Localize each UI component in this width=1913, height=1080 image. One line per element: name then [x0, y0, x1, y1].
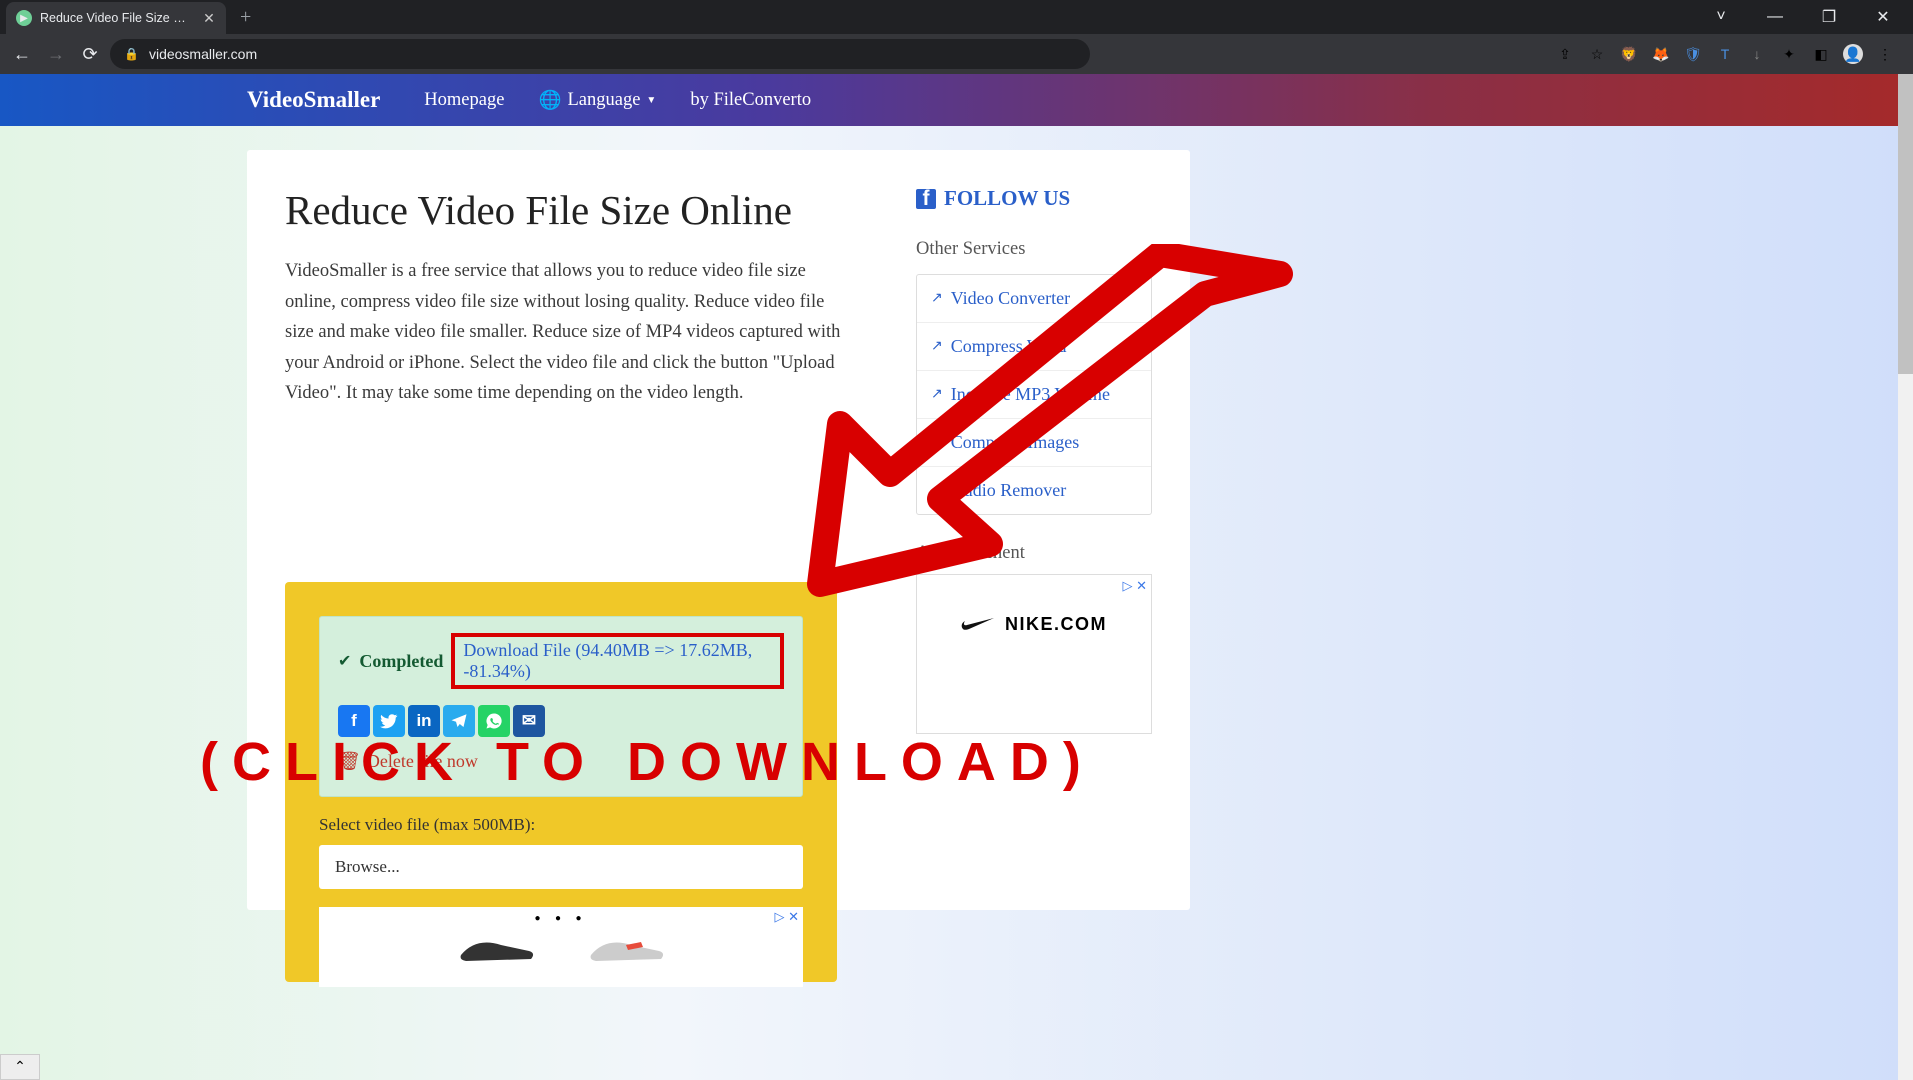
- service-compress-word[interactable]: ↗ Compress Word: [917, 323, 1151, 371]
- brand-logo[interactable]: VideoSmaller: [247, 87, 380, 113]
- shoe-thumb-2: [581, 927, 671, 967]
- window-controls: ˅ — ❐ ✕: [1699, 1, 1913, 33]
- nike-swoosh-icon: [961, 617, 995, 631]
- browser-tab[interactable]: ▶ Reduce Video File Size Online, M ✕: [6, 2, 226, 34]
- annotation-text: (CLICK TO DOWNLOAD): [200, 731, 1095, 793]
- nike-ad-content: NIKE.COM: [961, 614, 1107, 635]
- minimize-button[interactable]: —: [1753, 1, 1797, 33]
- bookmark-icon[interactable]: ☆: [1587, 44, 1607, 64]
- service-label: Increase MP3 Volume: [951, 384, 1110, 405]
- share-icon[interactable]: ⇪: [1555, 44, 1575, 64]
- nav-language[interactable]: 🌐 Language ▼: [538, 89, 656, 112]
- toolbar-right: ⇪ ☆ 🦁 🦊 🛡 T ↓ ✦ ◧ 👤 ⋮: [1555, 44, 1905, 64]
- extensions-puzzle-icon[interactable]: ✦: [1779, 44, 1799, 64]
- extension-icon-2[interactable]: 🦊: [1651, 44, 1671, 64]
- lock-icon: 🔒: [124, 47, 139, 61]
- completed-label: Completed: [359, 651, 443, 672]
- nav-by-fileconverto[interactable]: by FileConverto: [690, 90, 811, 111]
- reading-list-chevron[interactable]: ⌃: [0, 1054, 40, 1080]
- service-label: Audio Remover: [951, 480, 1066, 501]
- close-window-button[interactable]: ✕: [1861, 1, 1905, 33]
- nav-homepage[interactable]: Homepage: [424, 90, 504, 111]
- service-list: ↗ Video Converter ↗ Compress Word ↗ Increas…: [916, 274, 1152, 515]
- page-title: Reduce Video File Size Online: [285, 186, 841, 234]
- adchoices-icon[interactable]: ▷ ✕: [774, 909, 799, 925]
- external-link-icon: ↗: [931, 290, 943, 307]
- kebab-menu[interactable]: ⋮: [1875, 44, 1895, 64]
- tab-close-icon[interactable]: ✕: [202, 11, 216, 25]
- browser-toolbar: ← → ⟳ 🔒 videosmaller.com ⇪ ☆ 🦁 🦊 🛡 T ↓ ✦…: [0, 34, 1913, 74]
- maximize-button[interactable]: ❐: [1807, 1, 1851, 33]
- tab-search-button[interactable]: ˅: [1699, 1, 1743, 33]
- forward-button[interactable]: →: [42, 40, 70, 68]
- site-navbar: VideoSmaller Homepage 🌐 Language ▼ by Fi…: [0, 74, 1913, 126]
- sidebar-ad-unit[interactable]: ▷ ✕ NIKE.COM: [916, 574, 1152, 734]
- extension-icon-4[interactable]: T: [1715, 44, 1735, 64]
- new-tab-button[interactable]: +: [240, 6, 251, 29]
- nav-language-label: Language: [567, 90, 640, 111]
- select-file-label: Select video file (max 500MB):: [319, 815, 803, 835]
- tab-title: Reduce Video File Size Online, M: [40, 11, 194, 25]
- service-audio-remover[interactable]: ↗ Audio Remover: [917, 467, 1151, 514]
- download-icon[interactable]: ↓: [1747, 44, 1767, 64]
- page-body: VideoSmaller Homepage 🌐 Language ▼ by Fi…: [0, 74, 1913, 1080]
- service-label: Compress Word: [951, 336, 1067, 357]
- vertical-scrollbar[interactable]: [1898, 74, 1913, 1080]
- service-increase-mp3[interactable]: ↗ Increase MP3 Volume: [917, 371, 1151, 419]
- url-text: videosmaller.com: [149, 46, 257, 62]
- service-compress-images[interactable]: ↗ Compress Images: [917, 419, 1151, 467]
- adchoices-icon[interactable]: ▷ ✕: [1122, 578, 1147, 594]
- browse-button[interactable]: Browse...: [319, 845, 803, 889]
- browser-tabstrip: ▶ Reduce Video File Size Online, M ✕ + ˅…: [0, 0, 1913, 34]
- tab-favicon: ▶: [16, 10, 32, 26]
- service-label: Video Converter: [951, 288, 1070, 309]
- follow-us-label: FOLLOW US: [944, 186, 1070, 211]
- other-services-heading: Other Services: [916, 239, 1152, 260]
- facebook-icon: f: [916, 189, 936, 209]
- shoe-thumb-1: [451, 927, 541, 967]
- dropdown-caret-icon: ▼: [646, 95, 656, 106]
- sidebar: f FOLLOW US Other Services ↗ Video Conver…: [916, 186, 1152, 734]
- external-link-icon: ↗: [931, 338, 943, 355]
- profile-avatar[interactable]: 👤: [1843, 44, 1863, 64]
- service-video-converter[interactable]: ↗ Video Converter: [917, 275, 1151, 323]
- sidepanel-icon[interactable]: ◧: [1811, 44, 1831, 64]
- download-file-link[interactable]: Download File (94.40MB => 17.62MB, -81.3…: [451, 633, 784, 689]
- main-left-column: Reduce Video File Size Online VideoSmall…: [285, 186, 841, 409]
- nike-ad-text: NIKE.COM: [1005, 614, 1107, 635]
- follow-us-link[interactable]: f FOLLOW US: [916, 186, 1152, 211]
- back-button[interactable]: ←: [8, 40, 36, 68]
- inline-ad-unit[interactable]: ▷ ✕ ● ● ●: [319, 907, 803, 987]
- scrollbar-thumb[interactable]: [1898, 74, 1913, 374]
- external-link-icon: ↗: [931, 482, 943, 499]
- reload-button[interactable]: ⟳: [76, 40, 104, 68]
- advertisement-heading: Advertisement: [916, 543, 1152, 564]
- external-link-icon: ↗: [931, 386, 943, 403]
- extension-icon-1[interactable]: 🦁: [1619, 44, 1639, 64]
- result-line: ✔ Completed Download File (94.40MB => 17…: [338, 633, 784, 689]
- address-bar[interactable]: 🔒 videosmaller.com: [110, 39, 1090, 69]
- service-label: Compress Images: [951, 432, 1079, 453]
- check-icon: ✔: [338, 651, 351, 671]
- globe-icon: 🌐: [538, 89, 561, 112]
- intro-paragraph: VideoSmaller is a free service that allo…: [285, 256, 841, 409]
- extension-icon-3[interactable]: 🛡: [1683, 44, 1703, 64]
- external-link-icon: ↗: [931, 434, 943, 451]
- ad-pager-dots: ● ● ●: [534, 913, 587, 924]
